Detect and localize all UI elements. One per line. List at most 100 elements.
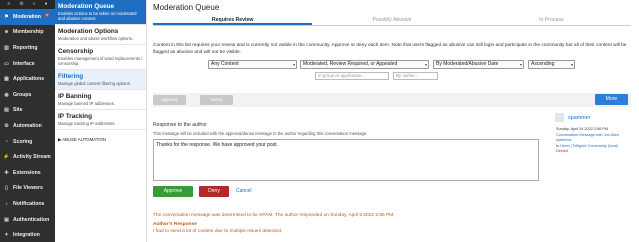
site-icon: ▤ (4, 107, 9, 114)
activity-icon: ⚡ (3, 154, 10, 161)
tab-requires-review[interactable]: Requires Review (153, 16, 313, 25)
bulk-action-bar: Approve Deny More (153, 93, 631, 107)
nav-item-site[interactable]: ▤ Site (0, 103, 55, 119)
nav-item-label: Reporting (13, 44, 38, 51)
sub-item-title: Moderation Options (58, 28, 119, 35)
bulk-deny-button[interactable]: Deny (200, 95, 233, 105)
main-nav: ≡ ⚙ ⌕ ● ⚑ Moderation 1 ☻ Membership ▥ Report… (0, 0, 55, 242)
file-icon: ▯ (5, 185, 8, 192)
apps-icon: ▦ (4, 76, 9, 83)
status-value: Moderated, Review Required, or Appealed (303, 61, 398, 67)
nav-item-label: Membership (13, 29, 44, 36)
order-by-select[interactable]: By Moderated/Abusive Date ▾ (433, 60, 524, 69)
response-help-text: This message will be included with the a… (153, 131, 368, 136)
flag-icon: ⚑ (4, 13, 9, 20)
tab-possibly-abusive[interactable]: Possibly Abusive (312, 16, 471, 25)
nav-item-reporting[interactable]: ▥ Reporting (0, 40, 55, 56)
user-icon[interactable]: ● (45, 2, 48, 7)
tab-in-process[interactable]: In Process (472, 16, 631, 25)
location-link[interactable]: Heret | Telligent Community (local) (560, 144, 618, 148)
chevron-down-icon: ▾ (292, 62, 295, 67)
bell-icon: ♪ (5, 200, 8, 207)
nav-item-label: Notifications (13, 200, 45, 207)
nav-item-scoring[interactable]: ◔ Scoring (0, 134, 55, 150)
more-button[interactable]: More (595, 94, 628, 105)
sub-item-ip-tracking[interactable]: IP Tracking Manage tracking IP addresses… (55, 110, 146, 130)
nav-item-automation[interactable]: ⚙ Automation (0, 118, 55, 134)
cancel-link[interactable]: Cancel (236, 188, 252, 194)
nav-item-integration[interactable]: ✦ Integration (0, 227, 55, 242)
scoring-icon: ◔ (4, 138, 9, 145)
status-select[interactable]: Moderated, Review Required, or Appealed ▾ (300, 60, 429, 69)
users-icon: ☻ (3, 29, 10, 36)
intro-text: Content in this list requires your revie… (153, 43, 627, 55)
group-filter-input[interactable]: In group or application... (315, 72, 389, 80)
sub-item-censorship[interactable]: Censorship Enables management of word re… (55, 45, 146, 70)
nav-item-label: File Viewers (13, 185, 43, 192)
sub-item-filtering[interactable]: Filtering Manage global content filterin… (55, 70, 146, 90)
sub-item-title: Filtering (58, 73, 84, 80)
sub-nav: Moderation Queue Enables actions to be t… (55, 0, 147, 242)
nav-item-file-viewers[interactable]: ▯ File Viewers (0, 181, 55, 197)
nav-top-bar: ≡ ⚙ ⌕ ● (0, 0, 55, 9)
main-content: Moderation Queue Requires Review Possibl… (147, 0, 639, 242)
sub-item-moderation-options[interactable]: Moderation Options Moderation and abuse … (55, 25, 146, 45)
nav-item-activity-stream[interactable]: ⚡ Activity Stream (0, 149, 55, 165)
nav-item-notifications[interactable]: ♪ Notifications (0, 196, 55, 212)
nav-item-label: Activity Stream (13, 154, 51, 161)
content-type-select[interactable]: Any Content ▾ (208, 60, 297, 69)
sort-direction-select[interactable]: Ascending ▾ (528, 60, 575, 69)
page-title: Moderation Queue (153, 3, 220, 12)
nav-item-label: Groups (13, 91, 32, 98)
interface-icon: ▭ (4, 60, 9, 67)
nav-item-label: Site (13, 107, 23, 114)
spam-status-message: The conversation message was determined … (153, 213, 395, 218)
nav-item-extensions[interactable]: ✚ Extensions (0, 165, 55, 181)
deny-button[interactable]: Deny (199, 186, 229, 197)
sub-item-desc: Enables management of word replacements … (58, 56, 143, 66)
status-badge: Denied (556, 149, 569, 154)
automation-icon: ⚙ (4, 122, 9, 129)
author-response-text: I had to send a lot of content due to mu… (153, 229, 283, 234)
nav-item-moderation[interactable]: ⚑ Moderation 1 (0, 9, 55, 25)
author-meta: Sunday, April 24 2022 2:56 PM Conversati… (556, 127, 638, 155)
settings-icon[interactable]: ⚙ (19, 2, 23, 7)
menu-icon[interactable]: ≡ (7, 2, 10, 7)
sub-item-ip-banning[interactable]: IP Banning Manage banned IP addresses. (55, 90, 146, 110)
nav-item-label: Scoring (13, 138, 33, 145)
response-textarea[interactable]: Thanks for the response. We have approve… (153, 139, 539, 181)
author-name-link[interactable]: spammer (568, 115, 590, 121)
sort-direction-value: Ascending (531, 61, 555, 67)
content-type-value: Any Content (211, 61, 239, 67)
chart-icon: ▥ (4, 44, 9, 51)
sub-item-desc: Moderation and abuse workflow options. (58, 36, 133, 41)
extensions-icon: ✚ (4, 169, 9, 176)
sub-item-title: IP Banning (58, 93, 92, 100)
app: ≡ ⚙ ⌕ ● ⚑ Moderation 1 ☻ Membership ▥ Report… (0, 0, 639, 242)
avatar[interactable] (555, 113, 564, 122)
nav-item-label: Moderation (13, 13, 41, 20)
integration-icon: ✦ (4, 232, 9, 239)
sub-item-title: IP Tracking (58, 113, 92, 120)
sub-item-desc: Enables actions to be taken on moderated… (58, 11, 137, 21)
groups-icon: ◉ (4, 91, 9, 98)
queue-tabs: Requires Review Possibly Abusive In Proc… (153, 16, 631, 26)
nav-item-membership[interactable]: ☻ Membership (0, 25, 55, 41)
response-label: Response to the author (153, 122, 207, 128)
search-icon[interactable]: ⌕ (33, 2, 36, 7)
chevron-down-icon: ▾ (424, 62, 427, 67)
abuse-automation-toggle[interactable]: ▶ ABUSE AUTOMATION (55, 130, 146, 150)
nav-item-label: Integration (13, 232, 40, 239)
nav-item-label: Extensions (13, 169, 41, 176)
approve-button[interactable]: Approve (153, 186, 193, 197)
nav-item-authentication[interactable]: ▣ Authentication (0, 212, 55, 228)
nav-item-groups[interactable]: ◉ Groups (0, 87, 55, 103)
nav-item-label: Interface (13, 60, 35, 67)
bulk-approve-button[interactable]: Approve (153, 95, 186, 105)
author-filter-input[interactable]: By author... (393, 72, 438, 80)
sub-item-moderation-queue[interactable]: Moderation Queue Enables actions to be t… (55, 0, 146, 25)
nav-item-interface[interactable]: ▭ Interface (0, 56, 55, 72)
nav-item-label: Automation (13, 122, 42, 129)
order-by-value: By Moderated/Abusive Date (436, 61, 499, 67)
nav-item-applications[interactable]: ▦ Applications (0, 71, 55, 87)
